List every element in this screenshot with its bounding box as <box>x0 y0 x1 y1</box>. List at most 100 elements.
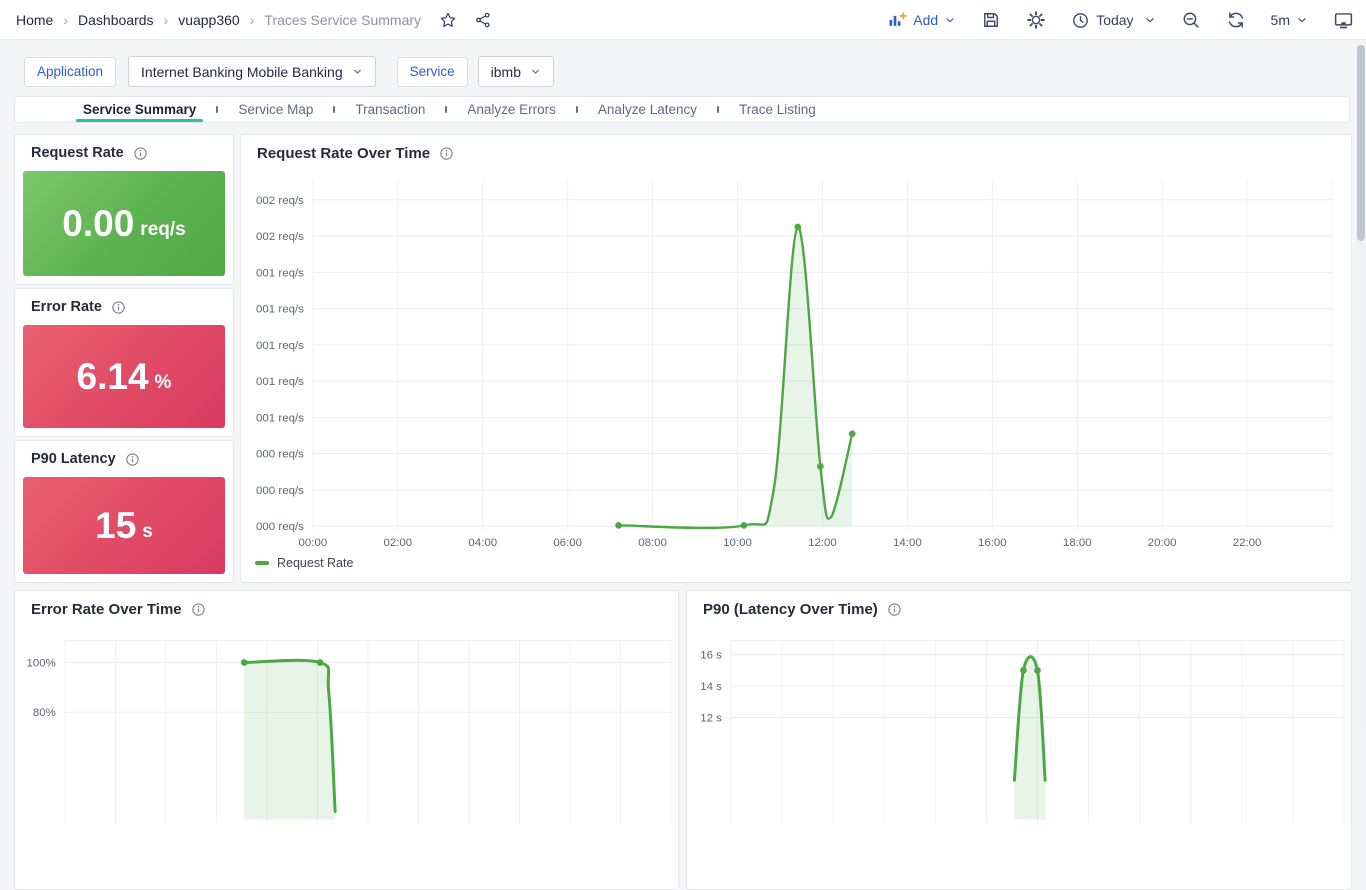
service-variable-label: Service <box>396 56 468 87</box>
service-variable-dropdown[interactable]: ibmb <box>477 56 554 87</box>
dashboard-settings-gear-icon[interactable] <box>1026 10 1046 30</box>
panel-title-text: P90 Latency <box>31 451 116 467</box>
svg-text:002 req/s: 002 req/s <box>256 195 304 207</box>
favorite-star-icon[interactable] <box>439 11 457 29</box>
service-variable-value: ibmb <box>490 63 521 80</box>
svg-text:16 s: 16 s <box>700 650 722 662</box>
stat-unit: s <box>142 520 153 542</box>
time-range-picker[interactable]: Today <box>1071 11 1155 30</box>
svg-text:001 req/s: 001 req/s <box>256 267 304 279</box>
p90-latency-value-box: 15 s <box>23 477 225 574</box>
svg-text:100%: 100% <box>27 658 56 670</box>
request-rate-stat-panel: Request Rate 0.00 req/s <box>14 134 234 285</box>
stat-value: 0.00 <box>62 203 135 244</box>
svg-text:001 req/s: 001 req/s <box>256 340 304 352</box>
kiosk-monitor-icon[interactable] <box>1333 10 1354 31</box>
svg-text:04:00: 04:00 <box>468 537 497 549</box>
panel-title[interactable]: Request Rate Over Time <box>257 145 454 162</box>
panel-title[interactable]: Error Rate <box>31 299 126 315</box>
svg-text:02:00: 02:00 <box>383 537 412 549</box>
svg-text:08:00: 08:00 <box>638 537 667 549</box>
request-rate-value-box: 0.00 req/s <box>23 171 225 276</box>
info-icon[interactable] <box>439 146 454 161</box>
vertical-scrollbar[interactable] <box>1356 41 1366 728</box>
svg-text:10:00: 10:00 <box>723 537 752 549</box>
error-rate-stat-panel: Error Rate 6.14 % <box>14 288 234 437</box>
svg-text:22:00: 22:00 <box>1233 537 1262 549</box>
svg-text:12 s: 12 s <box>700 712 722 724</box>
svg-text:000 req/s: 000 req/s <box>256 449 304 461</box>
dashboard-tabs: Service Summary Service Map Transaction … <box>14 96 1350 123</box>
breadcrumb-separator: › <box>63 12 69 28</box>
legend-series-color-dash <box>255 561 269 565</box>
breadcrumb-home[interactable]: Home <box>16 12 53 28</box>
tab-analyze-latency[interactable]: Analyze Latency <box>578 97 717 122</box>
breadcrumb-separator: › <box>249 12 255 28</box>
panel-title[interactable]: Error Rate Over Time <box>31 601 206 618</box>
panel-title-text: Request Rate <box>31 145 124 161</box>
error-rate-over-time-panel: Error Rate Over Time 100% 80% <box>14 590 679 890</box>
error-rate-chart[interactable]: 100% 80% <box>15 591 678 889</box>
panel-title[interactable]: P90 (Latency Over Time) <box>703 601 902 618</box>
breadcrumb-folder[interactable]: vuapp360 <box>178 12 240 28</box>
stat-unit: req/s <box>140 218 186 240</box>
refresh-interval-dropdown[interactable]: 5m <box>1271 12 1308 28</box>
breadcrumb: Home › Dashboards › vuapp360 › Traces Se… <box>16 0 492 40</box>
info-icon[interactable] <box>125 452 140 467</box>
refresh-interval-label: 5m <box>1270 12 1290 28</box>
scrollbar-thumb[interactable] <box>1357 45 1365 241</box>
svg-text:001 req/s: 001 req/s <box>256 376 304 388</box>
tab-service-map[interactable]: Service Map <box>218 97 333 122</box>
panel-title-text: Error Rate Over Time <box>31 601 182 618</box>
stat-unit: % <box>154 371 172 393</box>
chevron-down-icon <box>1144 14 1156 26</box>
request-rate-over-time-panel: Request Rate Over Time 00:00 02:00 04:00 06… <box>240 134 1352 583</box>
svg-text:80%: 80% <box>33 707 56 719</box>
application-variable-value: Internet Banking Mobile Banking <box>141 63 343 80</box>
application-variable-label: Application <box>24 56 117 87</box>
breadcrumb-dashboard-title: Traces Service Summary <box>264 12 422 28</box>
breadcrumb-dashboards[interactable]: Dashboards <box>78 12 154 28</box>
svg-text:00:00: 00:00 <box>299 537 328 549</box>
tab-analyze-errors[interactable]: Analyze Errors <box>447 97 576 122</box>
p90-latency-chart[interactable]: 16 s 14 s 12 s <box>687 591 1351 889</box>
info-icon[interactable] <box>133 146 148 161</box>
p90-over-time-panel: P90 (Latency Over Time) 16 s 14 s 12 s <box>686 590 1352 890</box>
add-panel-button[interactable]: Add <box>887 10 956 30</box>
panel-title[interactable]: Request Rate <box>31 145 148 161</box>
svg-text:001 req/s: 001 req/s <box>256 304 304 316</box>
info-icon[interactable] <box>887 602 902 617</box>
application-variable-dropdown[interactable]: Internet Banking Mobile Banking <box>128 56 376 87</box>
svg-text:20:00: 20:00 <box>1148 537 1177 549</box>
info-icon[interactable] <box>111 300 126 315</box>
refresh-icon[interactable] <box>1226 10 1246 30</box>
svg-text:14:00: 14:00 <box>893 537 922 549</box>
svg-text:002 req/s: 002 req/s <box>256 231 304 243</box>
save-dashboard-icon[interactable] <box>981 10 1001 30</box>
clock-icon <box>1071 11 1090 30</box>
svg-text:000 req/s: 000 req/s <box>256 485 304 497</box>
panel-title[interactable]: P90 Latency <box>31 451 140 467</box>
tab-transaction[interactable]: Transaction <box>335 97 445 122</box>
info-icon[interactable] <box>191 602 206 617</box>
dashboard-variables-row: Application Internet Banking Mobile Bank… <box>24 56 554 87</box>
tab-trace-listing[interactable]: Trace Listing <box>719 97 836 122</box>
legend-item-request-rate[interactable]: Request Rate <box>255 556 353 570</box>
chevron-down-icon <box>1296 14 1308 26</box>
stat-value: 15 <box>95 505 137 546</box>
chevron-down-icon <box>530 66 541 77</box>
legend-series-label: Request Rate <box>277 556 354 570</box>
svg-text:18:00: 18:00 <box>1063 537 1092 549</box>
share-icon[interactable] <box>474 11 492 29</box>
panel-title-text: Request Rate Over Time <box>257 145 431 162</box>
chevron-down-icon <box>352 66 363 77</box>
request-rate-chart[interactable]: 00:00 02:00 04:00 06:00 08:00 10:00 12:00 14:00… <box>241 135 1351 582</box>
svg-text:12:00: 12:00 <box>808 537 837 549</box>
svg-text:001 req/s: 001 req/s <box>256 412 304 424</box>
panel-title-text: Error Rate <box>31 299 102 315</box>
zoom-out-time-icon[interactable] <box>1181 10 1201 30</box>
tab-service-summary[interactable]: Service Summary <box>63 97 216 122</box>
svg-text:000 req/s: 000 req/s <box>256 521 304 533</box>
stat-value: 6.14 <box>76 356 149 397</box>
time-range-label: Today <box>1096 12 1134 28</box>
